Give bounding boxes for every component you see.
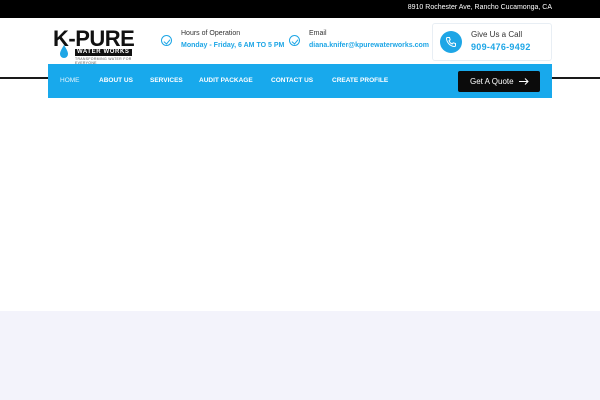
nav-item-home[interactable]: HOME [60, 64, 80, 98]
call-box[interactable]: Give Us a Call 909-476-9492 [432, 23, 552, 61]
email-link[interactable]: diana.knifer@kpurewaterworks.com [309, 42, 429, 49]
hours-label: Hours of Operation [181, 30, 241, 37]
phone-number-link[interactable]: 909-476-9492 [471, 42, 531, 52]
get-a-quote-label: Get A Quote [470, 77, 514, 86]
get-a-quote-button[interactable]: Get A Quote [458, 71, 540, 92]
content-band [0, 311, 600, 400]
phone-icon [440, 31, 462, 53]
hours-value: Monday - Friday, 6 AM TO 5 PM [181, 42, 285, 49]
call-label: Give Us a Call [471, 30, 523, 39]
nav-item-create-profile[interactable]: CREATE PROFILE [332, 64, 388, 98]
email-label: Email [309, 30, 327, 37]
arrow-right-icon [519, 78, 529, 85]
check-circle-icon [161, 35, 172, 46]
nav-item-audit-package[interactable]: AUDIT PACKAGE [199, 64, 253, 98]
address-text: 8910 Rochester Ave, Rancho Cucamonga, CA [407, 4, 552, 11]
check-circle-icon [289, 35, 300, 46]
nav-item-about-us[interactable]: ABOUT US [99, 64, 133, 98]
nav-item-services[interactable]: SERVICES [150, 64, 183, 98]
top-bar: 8910 Rochester Ave, Rancho Cucamonga, CA [0, 0, 600, 18]
nav-item-contact-us[interactable]: CONTACT US [271, 64, 313, 98]
water-drop-icon [60, 45, 68, 58]
logo[interactable]: K-PURE WATER WORKS TRANSFORMING WATER FO… [53, 28, 149, 66]
logo-subtitle: WATER WORKS [75, 49, 132, 56]
